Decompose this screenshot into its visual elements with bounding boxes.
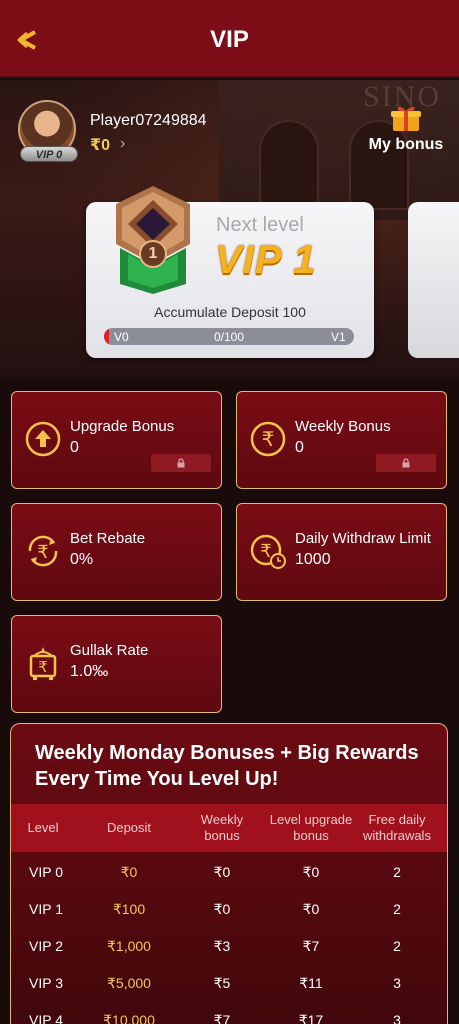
- table-cell: ₹3: [213, 937, 231, 954]
- table-row: VIP 4 ₹10,000 ₹7 ₹17 3: [11, 1002, 447, 1024]
- svg-text:₹: ₹: [37, 542, 48, 563]
- table-cell: VIP 0: [29, 864, 63, 880]
- column-header: Free daily withdrawals: [363, 812, 431, 843]
- column-header: Weekly bonus: [200, 812, 244, 843]
- gullak-rate-tile[interactable]: ₹ Gullak Rate 1.0‰: [11, 615, 222, 713]
- table-cell: 3: [393, 1012, 401, 1024]
- tile-title: Upgrade Bonus: [70, 418, 175, 435]
- table-cell: ₹0: [302, 900, 320, 917]
- table-row: VIP 2 ₹1,000 ₹3 ₹7 2: [11, 928, 447, 964]
- svg-text:₹: ₹: [38, 658, 48, 676]
- tile-value: 0: [295, 439, 304, 456]
- piggy-bank-rupee-icon: ₹: [24, 644, 62, 682]
- vip-level-badge: VIP 0: [20, 146, 78, 162]
- table-cell: ₹0: [120, 863, 138, 880]
- table-cell: ₹0: [213, 900, 231, 917]
- vip-benefits-panel: Weekly Monday Bonuses + Big Rewards Ever…: [10, 723, 448, 1024]
- table-cell: ₹10,000: [103, 1011, 155, 1024]
- table-cell: VIP 4: [29, 1012, 63, 1024]
- level-requirement: Accumulate Deposit 100: [154, 304, 306, 320]
- benefits-heading: Weekly Monday Bonuses + Big Rewards Ever…: [35, 742, 419, 790]
- table-cell: ₹0: [213, 863, 231, 880]
- upgrade-bonus-tile[interactable]: Upgrade Bonus 0: [11, 391, 222, 489]
- tile-value: 0: [70, 439, 79, 456]
- table-row: VIP 3 ₹5,000 ₹5 ₹11 3: [11, 965, 447, 1001]
- upload-rupee-icon: [24, 420, 62, 458]
- weekly-bonus-tile[interactable]: ₹ Weekly Bonus 0: [236, 391, 447, 489]
- table-cell: VIP 1: [29, 901, 63, 917]
- tile-title: Bet Rebate: [70, 530, 146, 547]
- gift-icon: [390, 104, 422, 132]
- tile-value: 0%: [70, 551, 94, 568]
- table-cell: ₹0: [302, 863, 320, 880]
- my-bonus-button[interactable]: My bonus: [366, 104, 446, 154]
- table-cell: 2: [393, 901, 401, 917]
- progress-end-label: V1: [331, 330, 346, 344]
- top-app-bar: VIP: [0, 0, 459, 78]
- page-title: VIP: [210, 26, 249, 53]
- next-level-label: Next level: [216, 214, 304, 236]
- tile-title: Gullak Rate: [70, 642, 149, 659]
- lock-icon: [151, 454, 211, 472]
- table-cell: ₹7: [213, 1011, 231, 1024]
- table-cell: VIP 3: [29, 975, 63, 991]
- rupee-coin-icon: ₹: [249, 420, 287, 458]
- medal-number: 1: [148, 245, 158, 262]
- table-cell: 3: [393, 975, 401, 991]
- daily-withdraw-limit-tile[interactable]: ₹ Daily Withdraw Limit 1000: [236, 503, 447, 601]
- lock-icon: [376, 454, 436, 472]
- column-header: Level: [27, 820, 59, 835]
- table-cell: ₹11: [299, 974, 323, 991]
- progress-value: 0/100: [213, 330, 245, 344]
- table-header: Level Deposit Weekly bonus Level upgrade…: [11, 804, 447, 852]
- tile-title: Weekly Bonus: [295, 418, 391, 435]
- table-cell: ₹100: [112, 900, 146, 917]
- table-cell: ₹5: [213, 974, 231, 991]
- tile-value: 1000: [295, 551, 331, 568]
- table-cell: 2: [393, 864, 401, 880]
- player-name: Player07249884: [90, 112, 207, 129]
- tile-value: 1.0‰: [70, 663, 109, 680]
- balance-value[interactable]: ₹0: [90, 135, 110, 155]
- column-header: Level upgrade bonus: [269, 812, 353, 843]
- avatar[interactable]: VIP 0: [18, 100, 80, 162]
- table-cell: ₹1,000: [107, 937, 151, 954]
- vip-medal-icon: 1: [108, 184, 198, 296]
- table-cell: ₹17: [298, 1011, 324, 1024]
- table-row: VIP 1 ₹100 ₹0 ₹0 2: [11, 891, 447, 927]
- table-cell: ₹7: [302, 937, 320, 954]
- tile-title: Daily Withdraw Limit: [295, 530, 431, 547]
- table-row: VIP 0 ₹0 ₹0 ₹0 2: [11, 854, 447, 890]
- rupee-clock-icon: ₹: [249, 532, 287, 570]
- next-vip-level: VIP 1: [215, 238, 317, 282]
- my-bonus-label: My bonus: [368, 136, 444, 153]
- table-cell: 2: [393, 938, 401, 954]
- bet-rebate-tile[interactable]: ₹ Bet Rebate 0%: [11, 503, 222, 601]
- chevron-right-icon[interactable]: ›: [120, 135, 125, 153]
- table-cell: VIP 2: [29, 938, 63, 954]
- column-header: Deposit: [106, 820, 152, 835]
- next-level-card-peek[interactable]: [408, 202, 459, 358]
- table-cell: ₹5,000: [107, 974, 151, 991]
- svg-text:₹: ₹: [260, 541, 271, 562]
- rebate-rupee-icon: ₹: [24, 532, 62, 570]
- svg-text:₹: ₹: [262, 427, 275, 451]
